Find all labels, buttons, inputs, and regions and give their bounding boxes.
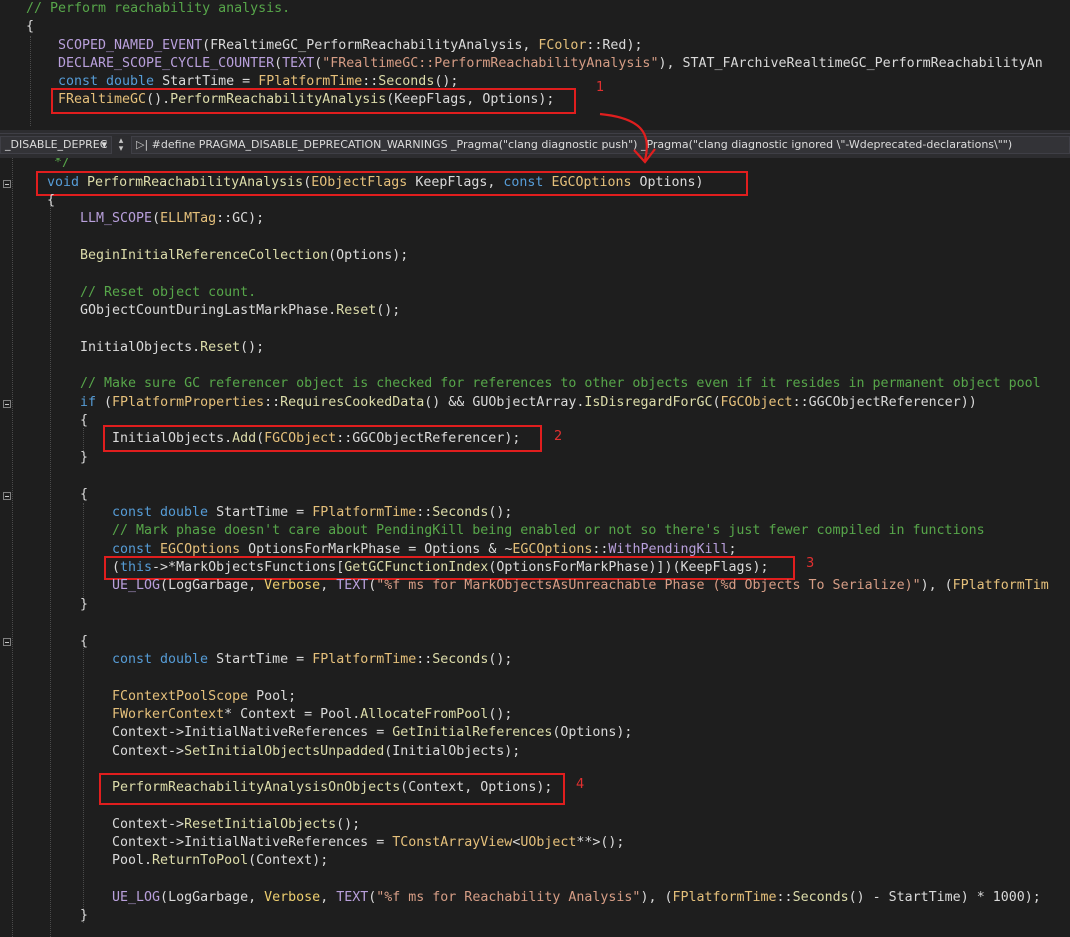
annotation-arrow xyxy=(599,112,656,164)
arrow-head xyxy=(633,148,656,164)
arrow-path xyxy=(599,112,648,161)
